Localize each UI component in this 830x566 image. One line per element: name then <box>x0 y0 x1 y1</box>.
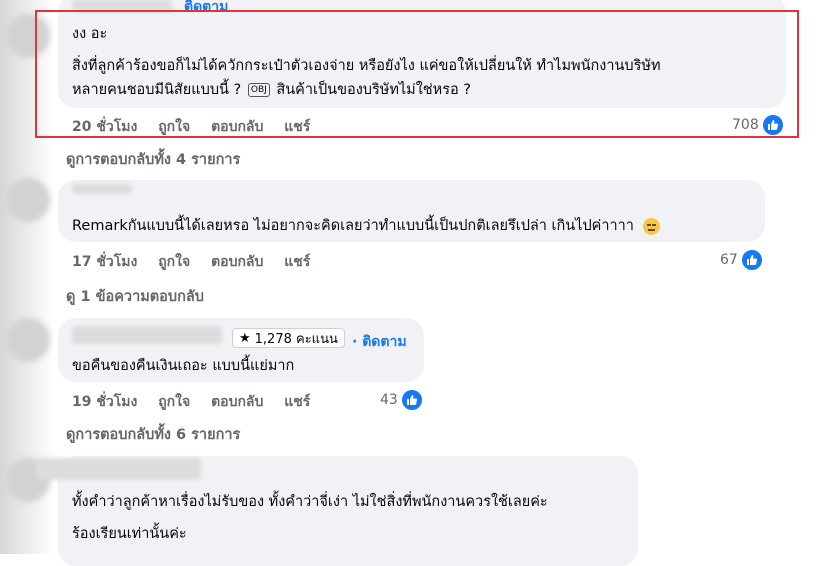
comment-time[interactable]: 19 ชั่วโมง <box>72 394 137 410</box>
commenter-name-blurred <box>36 458 201 480</box>
avatar <box>6 318 50 362</box>
comment-text-line: ขอคืนของคืนเงินเถอะ แบบนี้แย่มาก <box>72 358 295 374</box>
thumbs-up-icon <box>739 248 764 272</box>
comment-actions: 19 ชั่วโมง ถูกใจ ตอบกลับ แชร์ <box>72 391 326 413</box>
comment-text-line: ทั้งคำว่าลูกค้าหาเรื่องไม่รับของ ทั้งคำว… <box>72 494 548 510</box>
view-replies-link[interactable]: ดูการตอบกลับทั้ง 6 รายการ <box>66 423 240 446</box>
star-icon: ★ <box>239 330 251 346</box>
points-text: 1,278 คะแนน <box>254 331 338 347</box>
tired-face-emoji-icon <box>642 217 660 235</box>
comment-actions: 17 ชั่วโมง ถูกใจ ตอบกลับ แชร์ <box>72 251 326 273</box>
comment-text-line: Remarkกันแบบนี้ได้เลยหรอ ไม่อยากจะคิดเลย… <box>72 214 660 237</box>
reply-button[interactable]: ตอบกลับ <box>211 254 263 270</box>
follow-label[interactable]: ติดตาม <box>362 334 406 350</box>
commenter-name-blurred <box>72 184 132 194</box>
comment-text-fragment: Remarkกันแบบนี้ได้เลยหรอ ไม่อยากจะคิดเลย… <box>72 218 634 234</box>
reaction-count[interactable]: 43 <box>380 388 424 412</box>
share-button[interactable]: แชร์ <box>284 254 310 270</box>
thumbs-up-icon <box>399 388 424 412</box>
view-replies-link[interactable]: ดู 1 ข้อความตอบกลับ <box>66 285 204 308</box>
commenter-name-blurred <box>72 326 222 344</box>
reply-button[interactable]: ตอบกลับ <box>211 394 263 410</box>
like-button[interactable]: ถูกใจ <box>158 394 190 410</box>
comment-text-line: ร้องเรียนเท่านั้นค่ะ <box>72 526 187 542</box>
follow-link[interactable]: · ติดตาม <box>352 331 407 353</box>
avatar <box>6 178 50 222</box>
reaction-number: 43 <box>380 392 398 408</box>
highlight-box <box>35 10 799 138</box>
share-button[interactable]: แชร์ <box>284 394 310 410</box>
reaction-number: 67 <box>720 252 738 268</box>
reaction-count[interactable]: 67 <box>720 248 764 272</box>
comment-time[interactable]: 17 ชั่วโมง <box>72 254 137 270</box>
view-replies-link[interactable]: ดูการตอบกลับทั้ง 4 รายการ <box>66 148 240 171</box>
points-badge: ★ 1,278 คะแนน <box>232 328 345 348</box>
like-button[interactable]: ถูกใจ <box>158 254 190 270</box>
